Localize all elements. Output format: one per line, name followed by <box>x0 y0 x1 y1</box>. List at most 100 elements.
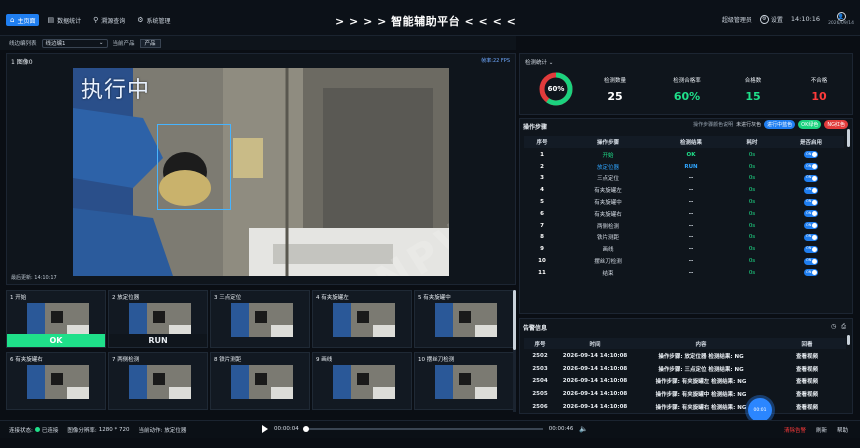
last-update-text: 最后更新: 14:10:17 <box>11 275 57 281</box>
col-time: 耗时 <box>746 140 758 146</box>
stats-dropdown[interactable]: 检测统计 ⌄ <box>525 58 553 66</box>
nav-statistics[interactable]: ▤ 数据统计 <box>43 14 85 26</box>
step-enable-toggle[interactable]: ON <box>778 174 844 182</box>
view-video-link[interactable]: 查看视频 <box>768 377 846 385</box>
step-row[interactable]: 8 铁片测距 -- 0s ON <box>524 232 844 244</box>
step-enable-toggle[interactable]: ON <box>778 245 844 253</box>
toggle-label: ON <box>806 151 812 156</box>
toggle-switch[interactable]: ON <box>804 163 818 171</box>
view-video-link[interactable]: 查看视频 <box>768 365 846 373</box>
step-enable-toggle[interactable]: ON <box>778 233 844 241</box>
help-button[interactable]: 帮助 <box>837 426 848 434</box>
step-enable-toggle[interactable]: ON <box>778 186 844 194</box>
history-icon[interactable]: ◷ <box>831 323 836 331</box>
step-enable-toggle[interactable]: ON <box>778 163 844 171</box>
step-enable-toggle[interactable]: ON <box>778 257 844 265</box>
toggle-switch[interactable]: ON <box>804 198 818 206</box>
settings-button[interactable]: ⚙ 设置 <box>759 14 783 24</box>
stat-total-value: 25 <box>607 90 623 103</box>
step-thumbnail[interactable]: 1 开始 OK <box>6 290 106 348</box>
step-row[interactable]: 5 有夹旋罐中 -- 0s ON <box>524 196 844 208</box>
step-thumbnail[interactable]: 2 放定位器 RUN <box>108 290 208 348</box>
step-thumbnail[interactable]: 6 有夹旋罐右 <box>6 352 106 410</box>
step-enable-toggle[interactable]: ON <box>778 210 844 218</box>
step-enable-toggle[interactable]: ON <box>778 198 844 206</box>
toggle-switch[interactable]: ON <box>804 222 818 230</box>
step-enable-toggle[interactable]: ON <box>778 151 844 159</box>
current-action-status: 当前动作: 放定位器 <box>138 426 186 434</box>
step-no: 10 <box>538 258 546 265</box>
step-thumbnail[interactable]: 5 有夹旋罐中 <box>414 290 514 348</box>
steps-scrollbar[interactable] <box>847 129 850 147</box>
resolution-status: 图像分辨率: 1280 * 720 <box>67 426 129 434</box>
thumbnail-scrollbar-thumb[interactable] <box>513 290 516 350</box>
toggle-switch[interactable]: ON <box>804 245 818 253</box>
step-row[interactable]: 6 有夹旋罐右 -- 0s ON <box>524 208 844 220</box>
step-thumbnail[interactable]: 10 摆丝刀检测 <box>414 352 514 410</box>
line-select-value: 线边编1 <box>45 41 66 47</box>
step-row[interactable]: 4 有夹旋罐左 -- 0s ON <box>524 184 844 196</box>
toggle-switch[interactable]: ON <box>804 269 818 277</box>
view-video-link[interactable]: 查看视频 <box>768 390 846 398</box>
alarm-scrollbar[interactable] <box>847 335 850 345</box>
step-row[interactable]: 11 结束 -- 0s ON <box>524 267 844 279</box>
status-actions: 清除告警 刷新 帮助 <box>784 426 848 434</box>
camera-frame[interactable]: 执行中 SUNPWIT <box>73 68 449 276</box>
step-thumbnail[interactable]: 7 两侧检测 <box>108 352 208 410</box>
toggle-switch[interactable]: ON <box>804 257 818 265</box>
step-row[interactable]: 1 开始 OK 0s ON <box>524 149 844 161</box>
refresh-button[interactable]: 刷新 <box>816 426 827 434</box>
user-icon[interactable]: 👤 <box>836 12 846 21</box>
step-row[interactable]: 3 三点定位 -- 0s ON <box>524 173 844 185</box>
nav-home[interactable]: ⌂ 主页面 <box>6 14 40 26</box>
alarm-row: 2504 2026-09-14 14:10:08 操作步骤: 有夹旋罐左 检测结果:… <box>524 375 846 388</box>
thumbnail-scrollbar[interactable] <box>513 290 516 412</box>
toggle-switch[interactable]: ON <box>804 174 818 182</box>
step-time: 0s <box>748 199 756 206</box>
step-enable-toggle[interactable]: ON <box>778 222 844 230</box>
nav-system[interactable]: ⚙ 系统管理 <box>133 14 174 26</box>
alarm-time: 2026-09-14 14:10:08 <box>562 391 628 398</box>
playback-slider[interactable] <box>302 426 543 432</box>
view-video-link[interactable]: 查看视频 <box>768 403 846 411</box>
floating-timer-button[interactable]: 00:01 <box>748 398 772 422</box>
step-row[interactable]: 9 画线 -- 0s ON <box>524 243 844 255</box>
step-no: 4 <box>540 187 544 194</box>
view-video-link[interactable]: 查看视频 <box>768 352 846 360</box>
clear-alarm-button[interactable]: 清除告警 <box>784 426 806 434</box>
step-row[interactable]: 7 两侧检测 -- 0s ON <box>524 220 844 232</box>
top-right-area: 超级管理员 ⚙ 设置 14:10:16 👤 2026/09/14 <box>722 12 854 26</box>
toggle-switch[interactable]: ON <box>804 210 818 218</box>
main-camera-panel: 1 图像0 帧率:22 FPS 执行中 SUNPWIT 最后更新: 14:10:… <box>6 53 516 285</box>
alarm-row: 2502 2026-09-14 14:10:08 操作步骤: 放定位器 检测结果: … <box>524 350 846 363</box>
step-enable-toggle[interactable]: ON <box>778 269 844 277</box>
toggle-switch[interactable]: ON <box>804 233 818 241</box>
step-thumbnail[interactable]: 4 有夹旋罐左 <box>312 290 412 348</box>
step-row[interactable]: 2 放定位器 RUN 0s ON <box>524 161 844 173</box>
thumbnail-label: 6 有夹旋罐右 <box>10 357 43 363</box>
connection-value: 已连接 <box>41 427 59 434</box>
legend-blue-badge: 进行中蓝色 <box>764 120 796 129</box>
step-no: 1 <box>540 151 544 158</box>
step-thumbnail[interactable]: 3 三点定位 <box>210 290 310 348</box>
user-name[interactable]: 超级管理员 <box>722 15 752 24</box>
export-icon[interactable]: ⎙ <box>841 323 846 331</box>
volume-icon[interactable]: 🔈 <box>579 425 588 433</box>
nav-trace[interactable]: ⚲ 溯源查询 <box>89 14 129 26</box>
toggle-switch[interactable]: ON <box>804 186 818 194</box>
step-time: 0s <box>748 234 756 241</box>
step-row[interactable]: 10 摆丝刀检测 -- 0s ON <box>524 255 844 267</box>
step-thumbnail[interactable]: 8 铁片测距 <box>210 352 310 410</box>
step-name: 有夹旋罐左 <box>594 188 622 195</box>
product-value[interactable]: 产品 <box>139 38 161 48</box>
step-thumbnail[interactable]: 9 画线 <box>312 352 412 410</box>
toggle-switch[interactable]: ON <box>804 151 818 159</box>
line-select[interactable]: 线边编1 ⌄ <box>41 38 108 48</box>
clock-time: 14:10:16 <box>790 15 821 23</box>
alarm-col-time: 时间 <box>589 341 601 348</box>
detection-roi-box <box>157 124 231 210</box>
step-time: 0s <box>748 246 756 253</box>
step-name: 摆丝刀检测 <box>594 259 622 266</box>
step-result: -- <box>688 258 694 265</box>
play-icon[interactable] <box>262 425 268 433</box>
